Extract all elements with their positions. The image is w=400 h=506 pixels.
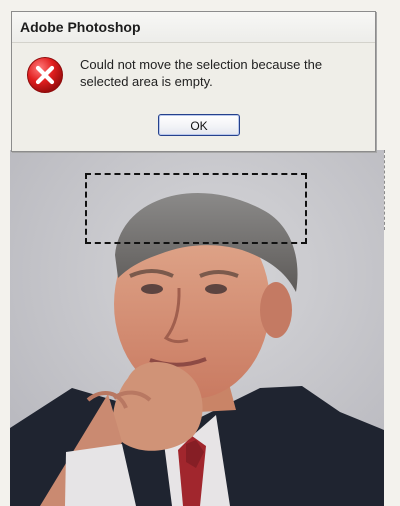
ok-button[interactable]: OK — [158, 114, 240, 136]
error-x-icon — [26, 56, 64, 94]
screen: Adobe Photoshop Could not move the selec… — [0, 0, 400, 506]
dialog-message: Could not move the selection because the… — [80, 57, 323, 89]
dialog-titlebar[interactable]: Adobe Photoshop — [12, 12, 375, 43]
canvas-edge-marker — [384, 150, 385, 230]
dialog-title: Adobe Photoshop — [20, 19, 141, 35]
selection-marquee[interactable] — [85, 173, 307, 244]
alert-dialog: Adobe Photoshop Could not move the selec… — [11, 11, 376, 152]
